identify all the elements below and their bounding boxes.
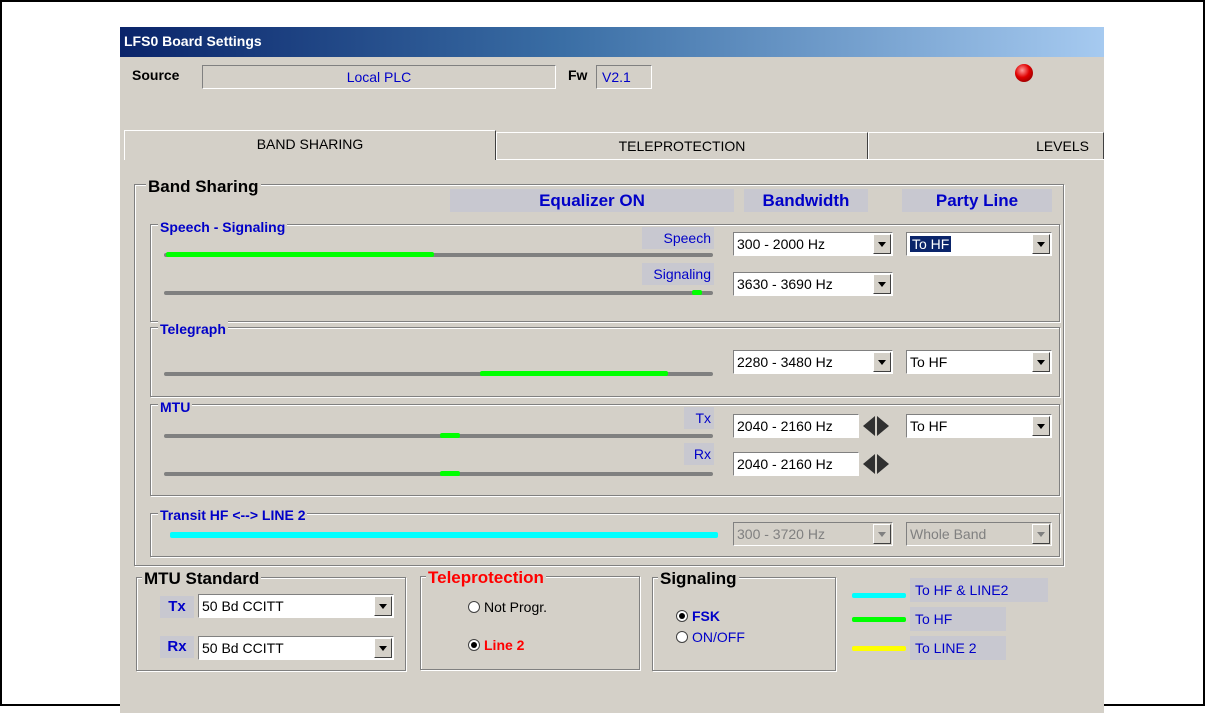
signaling-label: Signaling xyxy=(642,263,714,285)
transit-title: Transit HF <--> LINE 2 xyxy=(158,507,308,523)
mtu-standard-title: MTU Standard xyxy=(142,569,262,589)
signaling-group xyxy=(652,577,836,671)
radio-not-progr[interactable]: Not Progr. xyxy=(468,599,547,615)
legend-swatch-line2 xyxy=(852,646,906,651)
chevron-down-icon[interactable] xyxy=(374,596,392,616)
teleprotection-group xyxy=(420,576,640,670)
chevron-down-icon[interactable] xyxy=(1032,234,1050,254)
legend-label-line2: To LINE 2 xyxy=(910,636,1006,660)
transit-party-line-select: Whole Band xyxy=(906,522,1052,546)
mtu-rx-track xyxy=(164,472,713,476)
legend-label-hf-line2: To HF & LINE2 xyxy=(910,578,1048,602)
transit-band-bar xyxy=(170,532,718,538)
speech-party-line-select[interactable]: To HF xyxy=(906,232,1052,256)
chevron-down-icon[interactable] xyxy=(374,638,392,658)
mtu-tx-label: Tx xyxy=(684,407,714,429)
tab-band-sharing[interactable]: BAND SHARING xyxy=(124,130,496,160)
radio-icon[interactable] xyxy=(468,601,480,613)
radio-icon[interactable] xyxy=(676,631,688,643)
equalizer-header: Equalizer ON xyxy=(450,189,734,212)
mtu-rx-band-bar xyxy=(440,471,460,476)
chevron-down-icon xyxy=(1032,524,1050,544)
mtu-rx-spinner[interactable] xyxy=(861,451,891,477)
mtu-standard-tx-select[interactable]: 50 Bd CCITT xyxy=(198,594,394,618)
legend-label-hf: To HF xyxy=(910,607,1006,631)
radio-selected-icon[interactable] xyxy=(468,639,480,651)
mtu-tx-spinner[interactable] xyxy=(861,413,891,439)
transit-bandwidth-select: 300 - 3720 Hz xyxy=(733,522,893,546)
signaling-track xyxy=(164,291,713,295)
chevron-down-icon xyxy=(873,524,891,544)
arrow-right-icon[interactable] xyxy=(877,454,889,474)
speech-signaling-title: Speech - Signaling xyxy=(158,219,288,235)
radio-line-2[interactable]: Line 2 xyxy=(468,637,524,653)
mtu-rx-bandwidth-field[interactable]: 2040 - 2160 Hz xyxy=(733,452,859,476)
chevron-down-icon[interactable] xyxy=(1032,352,1050,372)
chevron-down-icon[interactable] xyxy=(1032,416,1050,436)
mtu-tx-track xyxy=(164,434,713,438)
mtu-title: MTU xyxy=(158,399,193,415)
teleprotection-title: Teleprotection xyxy=(426,568,546,588)
arrow-left-icon[interactable] xyxy=(863,416,875,436)
bandwidth-header: Bandwidth xyxy=(744,189,868,212)
tab-teleprotection[interactable]: TELEPROTECTION xyxy=(496,132,868,160)
radio-on-off[interactable]: ON/OFF xyxy=(676,629,745,645)
telegraph-title: Telegraph xyxy=(158,321,228,337)
telegraph-party-line-select[interactable]: To HF xyxy=(906,350,1052,374)
signaling-title: Signaling xyxy=(658,569,739,589)
mtu-standard-rx-label: Rx xyxy=(160,636,194,658)
chevron-down-icon[interactable] xyxy=(873,352,891,372)
title-bar: LFS0 Board Settings xyxy=(120,27,1104,57)
fw-label: Fw xyxy=(568,67,588,83)
mtu-party-line-select[interactable]: To HF xyxy=(906,414,1052,438)
source-field: Local PLC xyxy=(202,65,556,89)
source-label: Source xyxy=(132,67,180,83)
signaling-band-bar xyxy=(692,290,702,295)
mtu-standard-tx-label: Tx xyxy=(160,596,194,618)
speech-label: Speech xyxy=(642,227,714,249)
party-line-header: Party Line xyxy=(902,189,1052,212)
legend-swatch-hf-line2 xyxy=(852,593,906,598)
arrow-right-icon[interactable] xyxy=(877,416,889,436)
chevron-down-icon[interactable] xyxy=(873,274,891,294)
band-sharing-title: Band Sharing xyxy=(146,177,261,197)
status-led-icon xyxy=(1015,64,1033,82)
tab-divider xyxy=(496,159,1104,160)
speech-bandwidth-select[interactable]: 300 - 2000 Hz xyxy=(733,232,893,256)
mtu-standard-rx-select[interactable]: 50 Bd CCITT xyxy=(198,636,394,660)
chevron-down-icon[interactable] xyxy=(873,234,891,254)
legend-swatch-hf xyxy=(852,617,906,622)
speech-band-bar xyxy=(166,252,434,257)
mtu-tx-bandwidth-field[interactable]: 2040 - 2160 Hz xyxy=(733,414,859,438)
radio-fsk[interactable]: FSK xyxy=(676,608,720,624)
mtu-rx-label: Rx xyxy=(684,443,714,465)
fw-field: V2.1 xyxy=(596,65,652,89)
arrow-left-icon[interactable] xyxy=(863,454,875,474)
window-title: LFS0 Board Settings xyxy=(124,33,262,49)
mtu-tx-band-bar xyxy=(440,433,460,438)
radio-selected-icon[interactable] xyxy=(676,610,688,622)
signaling-bandwidth-select[interactable]: 3630 - 3690 Hz xyxy=(733,272,893,296)
telegraph-bandwidth-select[interactable]: 2280 - 3480 Hz xyxy=(733,350,893,374)
telegraph-band-bar xyxy=(480,371,668,376)
tab-levels[interactable]: LEVELS xyxy=(868,132,1104,160)
